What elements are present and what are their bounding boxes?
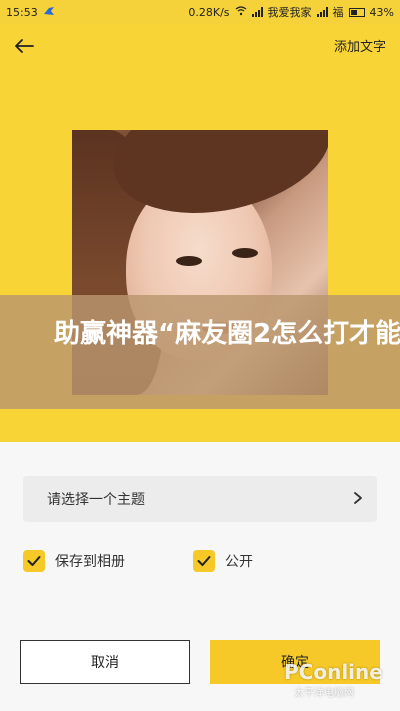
status-bar: 15:53 0.28K/s 我爱我家 福 43%	[0, 0, 400, 24]
app-header: 添加文字	[0, 24, 400, 68]
theme-select[interactable]: 请选择一个主题	[23, 476, 377, 522]
save-to-album-label: 保存到相册	[55, 554, 125, 570]
public-label: 公开	[225, 554, 253, 570]
watermark-brand: PConline	[284, 660, 383, 684]
battery-icon	[348, 7, 365, 17]
carrier-2: 福	[332, 6, 344, 19]
caption-band	[0, 295, 400, 409]
save-to-album-option[interactable]: 保存到相册	[23, 550, 125, 572]
add-text-button[interactable]: 添加文字	[334, 36, 386, 55]
chevron-right-icon	[353, 490, 363, 509]
carrier-1: 我爱我家	[267, 6, 312, 19]
network-speed: 0.28K/s	[188, 5, 230, 19]
notification-bird-icon	[43, 6, 55, 19]
caption-text: 助赢神器“麻友圈2怎么打才能赢”(透	[54, 319, 400, 349]
theme-select-label: 请选择一个主题	[47, 492, 145, 508]
cancel-button[interactable]: 取消	[20, 640, 190, 684]
back-arrow-icon[interactable]	[10, 32, 38, 60]
signal-icon-2	[316, 7, 328, 17]
watermark-sub: 太平洋电脑网	[294, 688, 354, 699]
public-checkbox[interactable]	[193, 550, 215, 572]
status-time: 15:53	[6, 5, 38, 19]
wifi-icon	[235, 5, 247, 19]
public-option[interactable]: 公开	[193, 550, 253, 572]
signal-icon	[251, 7, 263, 17]
battery-percent: 43%	[369, 5, 394, 19]
save-to-album-checkbox[interactable]	[23, 550, 45, 572]
